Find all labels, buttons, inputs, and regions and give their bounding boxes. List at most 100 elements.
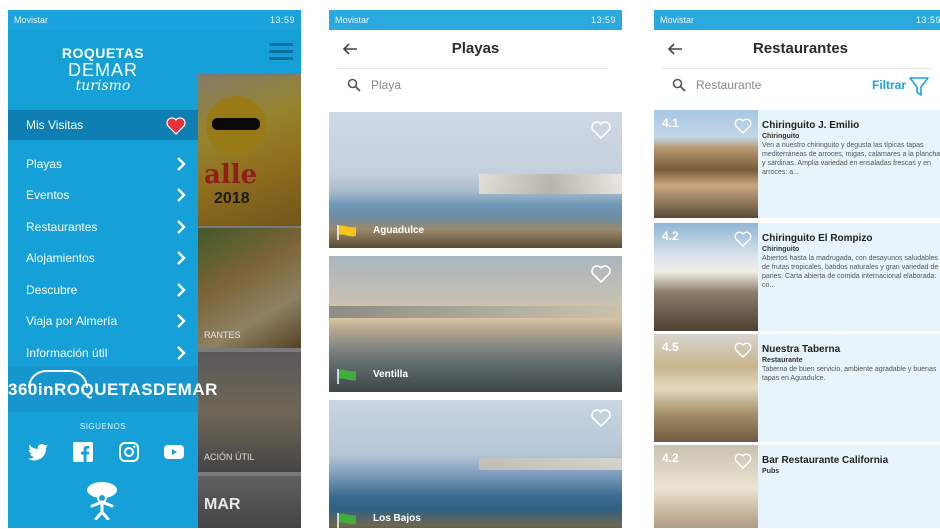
mis-visitas-item[interactable]: Mis Visitas (8, 110, 198, 140)
chevron-right-icon (177, 251, 186, 266)
restaurants-tile[interactable]: RANTES (198, 228, 301, 348)
beach-card[interactable]: Ventilla (329, 256, 622, 392)
mascot-icon (87, 482, 117, 520)
search-input[interactable]: Restaurante (696, 78, 761, 92)
restaurant-name: Chiringuito J. Emilio (762, 120, 860, 131)
search-input[interactable]: Playa (371, 78, 401, 92)
flag-icon (337, 225, 356, 240)
app-bar: Restaurantes (654, 30, 940, 68)
screen-menu: Movistar 13:59 alle 2018 RANTES ACIÓN ÚT… (8, 10, 301, 528)
status-bar: Movistar 13:59 (329, 10, 622, 30)
facebook-icon[interactable] (71, 440, 95, 464)
hamburger-menu-icon[interactable] (269, 43, 293, 61)
restaurant-info: Chiringuito El Rompizo Chiringuito Abier… (762, 233, 940, 290)
beach-name: Los Bajos (373, 513, 421, 524)
info-tile-label: ACIÓN ÚTIL (204, 452, 255, 462)
instagram-icon[interactable] (117, 440, 141, 464)
status-bar: Movistar 13:59 (654, 10, 940, 30)
filter-button[interactable]: Filtrar (872, 78, 906, 92)
search-bar[interactable]: Playa (337, 68, 607, 100)
mis-visitas-label: Mis Visitas (26, 118, 84, 132)
status-time: 13:59 (269, 15, 295, 25)
favorite-heart-icon[interactable] (590, 264, 612, 284)
favorite-heart-icon[interactable] (734, 342, 752, 358)
menu-item-restaurantes[interactable]: Restaurantes (8, 211, 198, 243)
menu-item-playas[interactable]: Playas (8, 148, 198, 180)
chevron-right-icon (177, 282, 186, 297)
social-icons (26, 440, 186, 464)
carrier-label: Movistar (335, 15, 370, 25)
search-icon (672, 78, 686, 92)
heart-icon (166, 117, 186, 135)
restaurant-description: Taberna de buen servicio, ambiente agrad… (762, 366, 937, 382)
roquetas-logo: ROQUETAS DEMAR turismo (8, 45, 198, 94)
menu-label: Restaurantes (26, 219, 98, 234)
flag-icon (337, 369, 356, 384)
status-time: 13:59 (590, 15, 616, 25)
page-title: Restaurantes (752, 40, 849, 57)
favorite-heart-icon[interactable] (734, 453, 752, 469)
menu-label: Viaja por Almería (26, 314, 118, 329)
info-tile[interactable]: ACIÓN ÚTIL (198, 352, 301, 472)
beach-card[interactable]: Los Bajos (329, 400, 622, 528)
menu-item-informacion[interactable]: Información útil (8, 337, 198, 369)
youtube-icon[interactable] (162, 440, 186, 464)
menu-label: Playas (26, 156, 63, 171)
menu-label: Descubre (26, 282, 78, 297)
bottom-tile-label: MAR (204, 496, 241, 513)
bottom-tile[interactable]: MAR (198, 476, 301, 528)
brand-360-text: 360inROQUETASDEMAR (8, 380, 218, 399)
rating-value: 4.2 (662, 451, 679, 465)
logo-line3: turismo (75, 78, 131, 94)
restaurant-info: Chiringuito J. Emilio Chiringuito Ven a … (762, 120, 940, 177)
chevron-right-icon (177, 345, 186, 360)
menu-item-eventos[interactable]: Eventos (8, 180, 198, 212)
restaurant-card[interactable]: 4.2 Bar Restaurante California Pubs (654, 445, 940, 528)
follow-label: SIGUENOS (79, 422, 127, 431)
beach-name: Ventilla (373, 369, 409, 380)
favorite-heart-icon[interactable] (734, 231, 752, 247)
favorite-heart-icon[interactable] (590, 120, 612, 140)
brand-360-banner[interactable]: 360inROQUETASDEMAR (8, 366, 218, 412)
beach-name: Aguadulce (373, 225, 425, 236)
restaurant-card[interactable]: 4.5 Nuestra Taberna Restaurante Taberna … (654, 334, 940, 442)
rating-value: 4.1 (662, 116, 679, 130)
chevron-right-icon (177, 314, 186, 329)
status-bar: Movistar 13:59 (8, 10, 301, 30)
restaurant-type: Pubs (762, 468, 780, 475)
chevron-right-icon (177, 219, 186, 234)
favorite-heart-icon[interactable] (590, 408, 612, 428)
beach-flag-0 (339, 225, 356, 237)
logo-line1: ROQUETAS (61, 45, 145, 61)
twitter-icon[interactable] (26, 440, 50, 464)
menu-item-viaja[interactable]: Viaja por Almería (8, 306, 198, 338)
restaurant-card[interactable]: 4.1 Chiringuito J. Emilio Chiringuito Ve… (654, 110, 940, 218)
drawer-menu: Playas Eventos Restaurantes Alojamientos… (8, 148, 198, 369)
menu-label: Alojamientos (26, 251, 95, 266)
navigation-drawer: ROQUETAS DEMAR turismo Mis Visitas Playa… (8, 30, 218, 528)
restaurant-description: Abiertos hasta la madrugada, con desayun… (762, 255, 939, 289)
restaurant-name: Nuestra Taberna (762, 344, 841, 355)
page-title: Playas (451, 40, 500, 57)
screen-restaurantes: Movistar 13:59 Restaurantes Restaurante … (654, 10, 940, 528)
restaurant-info: Bar Restaurante California Pubs (762, 455, 940, 476)
restaurant-card[interactable]: 4.2 Chiringuito El Rompizo Chiringuito A… (654, 223, 940, 331)
menu-label: Información útil (26, 345, 108, 360)
search-bar[interactable]: Restaurante Filtrar (662, 68, 932, 100)
beach-card[interactable]: Aguadulce (329, 112, 622, 248)
restaurant-description: Ven a nuestro chiringuito y degusta las … (762, 142, 940, 176)
beach-flag-1 (339, 369, 356, 381)
menu-item-descubre[interactable]: Descubre (8, 274, 198, 306)
favorite-heart-icon[interactable] (734, 118, 752, 134)
chevron-right-icon (177, 156, 186, 171)
event-tile[interactable]: alle 2018 (198, 76, 301, 226)
rating-value: 4.2 (662, 229, 679, 243)
carrier-label: Movistar (14, 15, 49, 25)
funnel-icon[interactable] (908, 75, 930, 97)
rating-value: 4.5 (662, 340, 679, 354)
status-time: 13:59 (915, 15, 940, 25)
menu-item-alojamientos[interactable]: Alojamientos (8, 243, 198, 275)
restaurant-name: Bar Restaurante California (762, 455, 889, 466)
chevron-right-icon (177, 188, 186, 203)
menu-label: Eventos (26, 188, 70, 203)
